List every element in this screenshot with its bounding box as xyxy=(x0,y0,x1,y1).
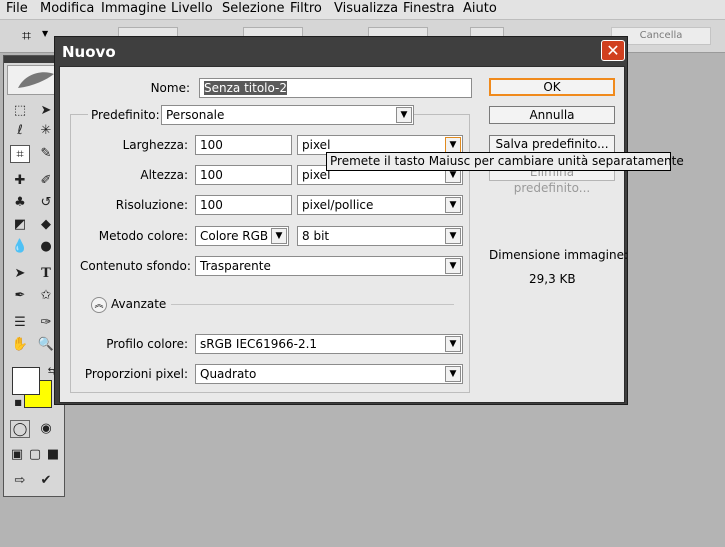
chevron-down-icon: ▼ xyxy=(445,197,461,213)
menu-immagine[interactable]: Immagine xyxy=(101,1,166,17)
background-contents-select[interactable]: Trasparente ▼ xyxy=(195,256,463,276)
path-selection-icon[interactable]: ➤ xyxy=(10,265,30,283)
type-icon[interactable]: T xyxy=(36,265,56,283)
name-label: Nome: xyxy=(150,81,190,95)
dialog-body: Nome: Senza titolo-2 Predefinito: Person… xyxy=(59,66,629,403)
new-document-dialog: Nuovo ✕ Nome: Senza titolo-2 Predefinito… xyxy=(54,36,628,405)
preset-select[interactable]: Personale ▼ xyxy=(161,105,414,125)
screen-mode-full-menu-icon[interactable]: ▢ xyxy=(26,446,44,464)
crop-icon[interactable]: ⌗ xyxy=(22,26,31,46)
standard-mode-icon[interactable]: ◯ xyxy=(10,420,30,438)
lasso-icon[interactable]: ℓ xyxy=(10,122,30,140)
unit-tooltip: Premete il tasto Maiusc per cambiare uni… xyxy=(326,152,684,171)
clone-stamp-icon[interactable]: ♣ xyxy=(10,194,30,212)
default-colors-icon[interactable]: ■ xyxy=(8,394,28,412)
paint-bucket-icon[interactable]: ◆ xyxy=(36,216,56,234)
color-profile-select[interactable]: sRGB IEC61966-2.1 ▼ xyxy=(195,334,463,354)
slice-icon[interactable]: ✎ xyxy=(36,145,56,163)
hand-icon[interactable]: ✋ xyxy=(10,336,30,354)
screen-mode-standard-icon[interactable]: ▣ xyxy=(8,446,26,464)
quick-mask-icon[interactable]: ◉ xyxy=(36,420,56,438)
background-contents-value: Trasparente xyxy=(200,259,271,273)
background-contents-label: Contenuto sfondo: xyxy=(80,259,191,273)
marquee-icon[interactable]: ⬚ xyxy=(10,102,30,120)
resolution-label: Risoluzione: xyxy=(115,198,188,212)
name-input[interactable]: Senza titolo-2 xyxy=(199,78,472,98)
crop-tool-icon[interactable]: ⌗ xyxy=(10,145,30,163)
height-input[interactable]: 100 xyxy=(195,165,292,185)
menu-modifica[interactable]: Modifica xyxy=(40,1,94,17)
menu-livello[interactable]: Livello xyxy=(171,1,213,17)
dropdown-arrow-icon[interactable]: ▼ xyxy=(42,29,48,38)
height-label: Altezza: xyxy=(140,168,188,182)
pixel-aspect-value: Quadrato xyxy=(200,367,257,381)
pixel-aspect-label: Proporzioni pixel: xyxy=(84,367,188,381)
eraser-icon[interactable]: ◩ xyxy=(10,216,30,234)
dodge-icon[interactable]: ● xyxy=(36,238,56,256)
color-mode-select[interactable]: Colore RGB ▼ xyxy=(195,226,289,246)
menu-finestra[interactable]: Finestra xyxy=(403,1,455,17)
chevron-down-icon: ▼ xyxy=(445,366,461,382)
chevron-down-icon: ▼ xyxy=(445,137,461,153)
brush-icon[interactable]: ✐ xyxy=(36,172,56,190)
color-mode-label: Metodo colore: xyxy=(98,229,188,243)
menu-aiuto[interactable]: Aiuto xyxy=(463,1,497,17)
notes-icon[interactable]: ☰ xyxy=(10,314,30,332)
resolution-input[interactable]: 100 xyxy=(195,195,292,215)
chevron-down-icon: ▼ xyxy=(396,107,412,123)
preset-select-value: Personale xyxy=(166,108,225,122)
advanced-label: Avanzate xyxy=(111,297,167,311)
image-size-label: Dimensione immagine: xyxy=(489,248,629,262)
image-size-value: 29,3 KB xyxy=(529,272,576,286)
imageready-icon[interactable]: ✔ xyxy=(36,472,56,490)
resolution-unit-select[interactable]: pixel/pollice ▼ xyxy=(297,195,463,215)
pen-icon[interactable]: ✒ xyxy=(10,287,30,305)
pixel-aspect-select[interactable]: Quadrato ▼ xyxy=(195,364,463,384)
menu-bar: File Modifica Immagine Livello Selezione… xyxy=(0,0,725,20)
resolution-unit-value: pixel/pollice xyxy=(302,198,374,212)
dialog-title: Nuovo xyxy=(62,43,116,61)
width-unit-value: pixel xyxy=(302,138,331,152)
shape-icon[interactable]: ✩ xyxy=(36,287,56,305)
name-input-value: Senza titolo-2 xyxy=(204,81,288,95)
color-profile-value: sRGB IEC61966-2.1 xyxy=(200,337,318,351)
color-profile-label: Profilo colore: xyxy=(106,337,188,351)
menu-filtro[interactable]: Filtro xyxy=(290,1,322,17)
preset-label: Predefinito: xyxy=(88,108,163,122)
menu-selezione[interactable]: Selezione xyxy=(222,1,285,17)
width-input[interactable]: 100 xyxy=(195,135,292,155)
eyedropper-icon[interactable]: ✑ xyxy=(36,314,56,332)
width-label: Larghezza: xyxy=(122,138,188,152)
bit-depth-select[interactable]: 8 bit ▼ xyxy=(297,226,463,246)
screen-mode-full-icon[interactable]: ■ xyxy=(44,446,62,464)
chevron-down-icon: ▼ xyxy=(445,258,461,274)
chevron-down-icon: ▼ xyxy=(445,336,461,352)
cancel-button[interactable]: Annulla xyxy=(489,106,615,124)
magic-wand-icon[interactable]: ✳ xyxy=(36,122,56,140)
bit-depth-value: 8 bit xyxy=(302,229,330,243)
history-brush-icon[interactable]: ↺ xyxy=(36,194,56,212)
save-preset-button[interactable]: Salva predefinito... xyxy=(489,135,615,153)
healing-brush-icon[interactable]: ✚ xyxy=(10,172,30,190)
jump-to-imageready-icon[interactable]: ⇨ xyxy=(10,472,30,490)
chevron-down-icon: ▼ xyxy=(445,228,461,244)
zoom-icon[interactable]: 🔍 xyxy=(36,336,56,354)
move-icon[interactable]: ➤ xyxy=(36,102,56,120)
advanced-toggle-icon[interactable]: ︽ xyxy=(91,297,107,313)
ok-button[interactable]: OK xyxy=(489,78,615,96)
blur-icon[interactable]: 💧 xyxy=(10,238,30,256)
menu-file[interactable]: File xyxy=(6,1,28,17)
close-icon[interactable]: ✕ xyxy=(601,40,625,61)
advanced-divider xyxy=(171,304,454,305)
foreground-color-swatch[interactable] xyxy=(12,367,40,395)
menu-visualizza[interactable]: Visualizza xyxy=(334,1,398,17)
color-mode-value: Colore RGB xyxy=(200,229,269,243)
chevron-down-icon: ▼ xyxy=(271,228,287,244)
